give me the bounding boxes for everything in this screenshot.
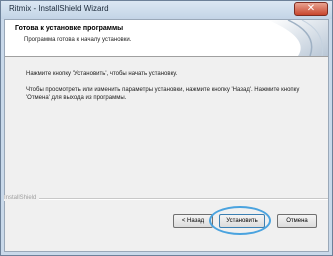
installshield-brand-label: InstallShield: [4, 195, 40, 201]
footer-divider: [27, 198, 328, 200]
page-subtitle: Программа готова к началу установки.: [24, 37, 132, 43]
window-title: Ritmix - InstallShield Wizard: [9, 4, 109, 13]
title-bar[interactable]: Ritmix - InstallShield Wizard ✕: [1, 1, 332, 19]
install-button[interactable]: Установить: [219, 214, 265, 228]
cancel-button[interactable]: Отмена: [277, 214, 317, 228]
back-button[interactable]: < Назад: [173, 214, 213, 228]
instruction-text-back-cancel: Чтобы просмотреть или изменить параметры…: [26, 87, 300, 101]
installer-window: Ritmix - InstallShield Wizard ✕ Готова к…: [0, 0, 333, 256]
banner-swoosh-graphic: [268, 20, 328, 56]
close-icon: ✕: [306, 3, 316, 14]
close-button[interactable]: ✕: [294, 2, 328, 16]
wizard-banner: Готова к установке программы Программа г…: [5, 20, 328, 57]
page-title: Готова к установке программы: [15, 25, 124, 32]
instruction-text-install: Нажмите кнопку 'Установить', чтобы начат…: [26, 71, 178, 77]
